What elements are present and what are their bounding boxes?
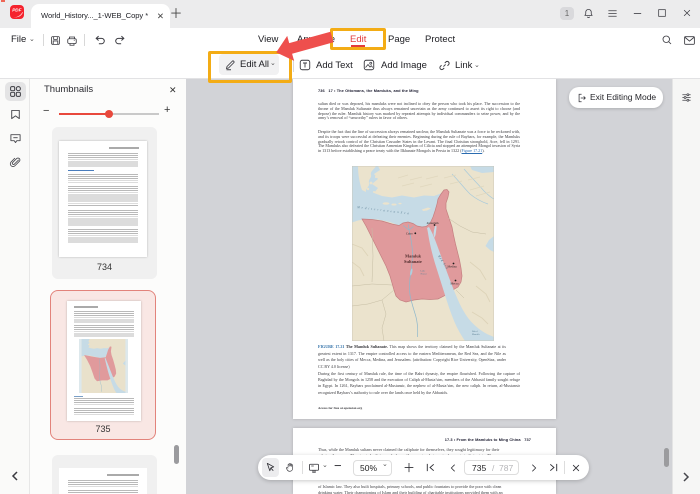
svg-text:Mecca: Mecca bbox=[451, 282, 460, 286]
svg-text:PDF: PDF bbox=[12, 8, 21, 13]
svg-text:Mamluk: Mamluk bbox=[405, 254, 422, 259]
svg-text:Medina: Medina bbox=[448, 265, 458, 269]
svg-text:Sultanate: Sultanate bbox=[404, 259, 422, 264]
svg-text:Jerusalem: Jerusalem bbox=[427, 221, 440, 225]
svg-text:Cairo: Cairo bbox=[406, 232, 413, 236]
svg-text:Mandeb: Mandeb bbox=[472, 334, 480, 336]
svg-text:Nasser: Nasser bbox=[421, 272, 428, 275]
svg-text:Bab el: Bab el bbox=[472, 331, 478, 333]
